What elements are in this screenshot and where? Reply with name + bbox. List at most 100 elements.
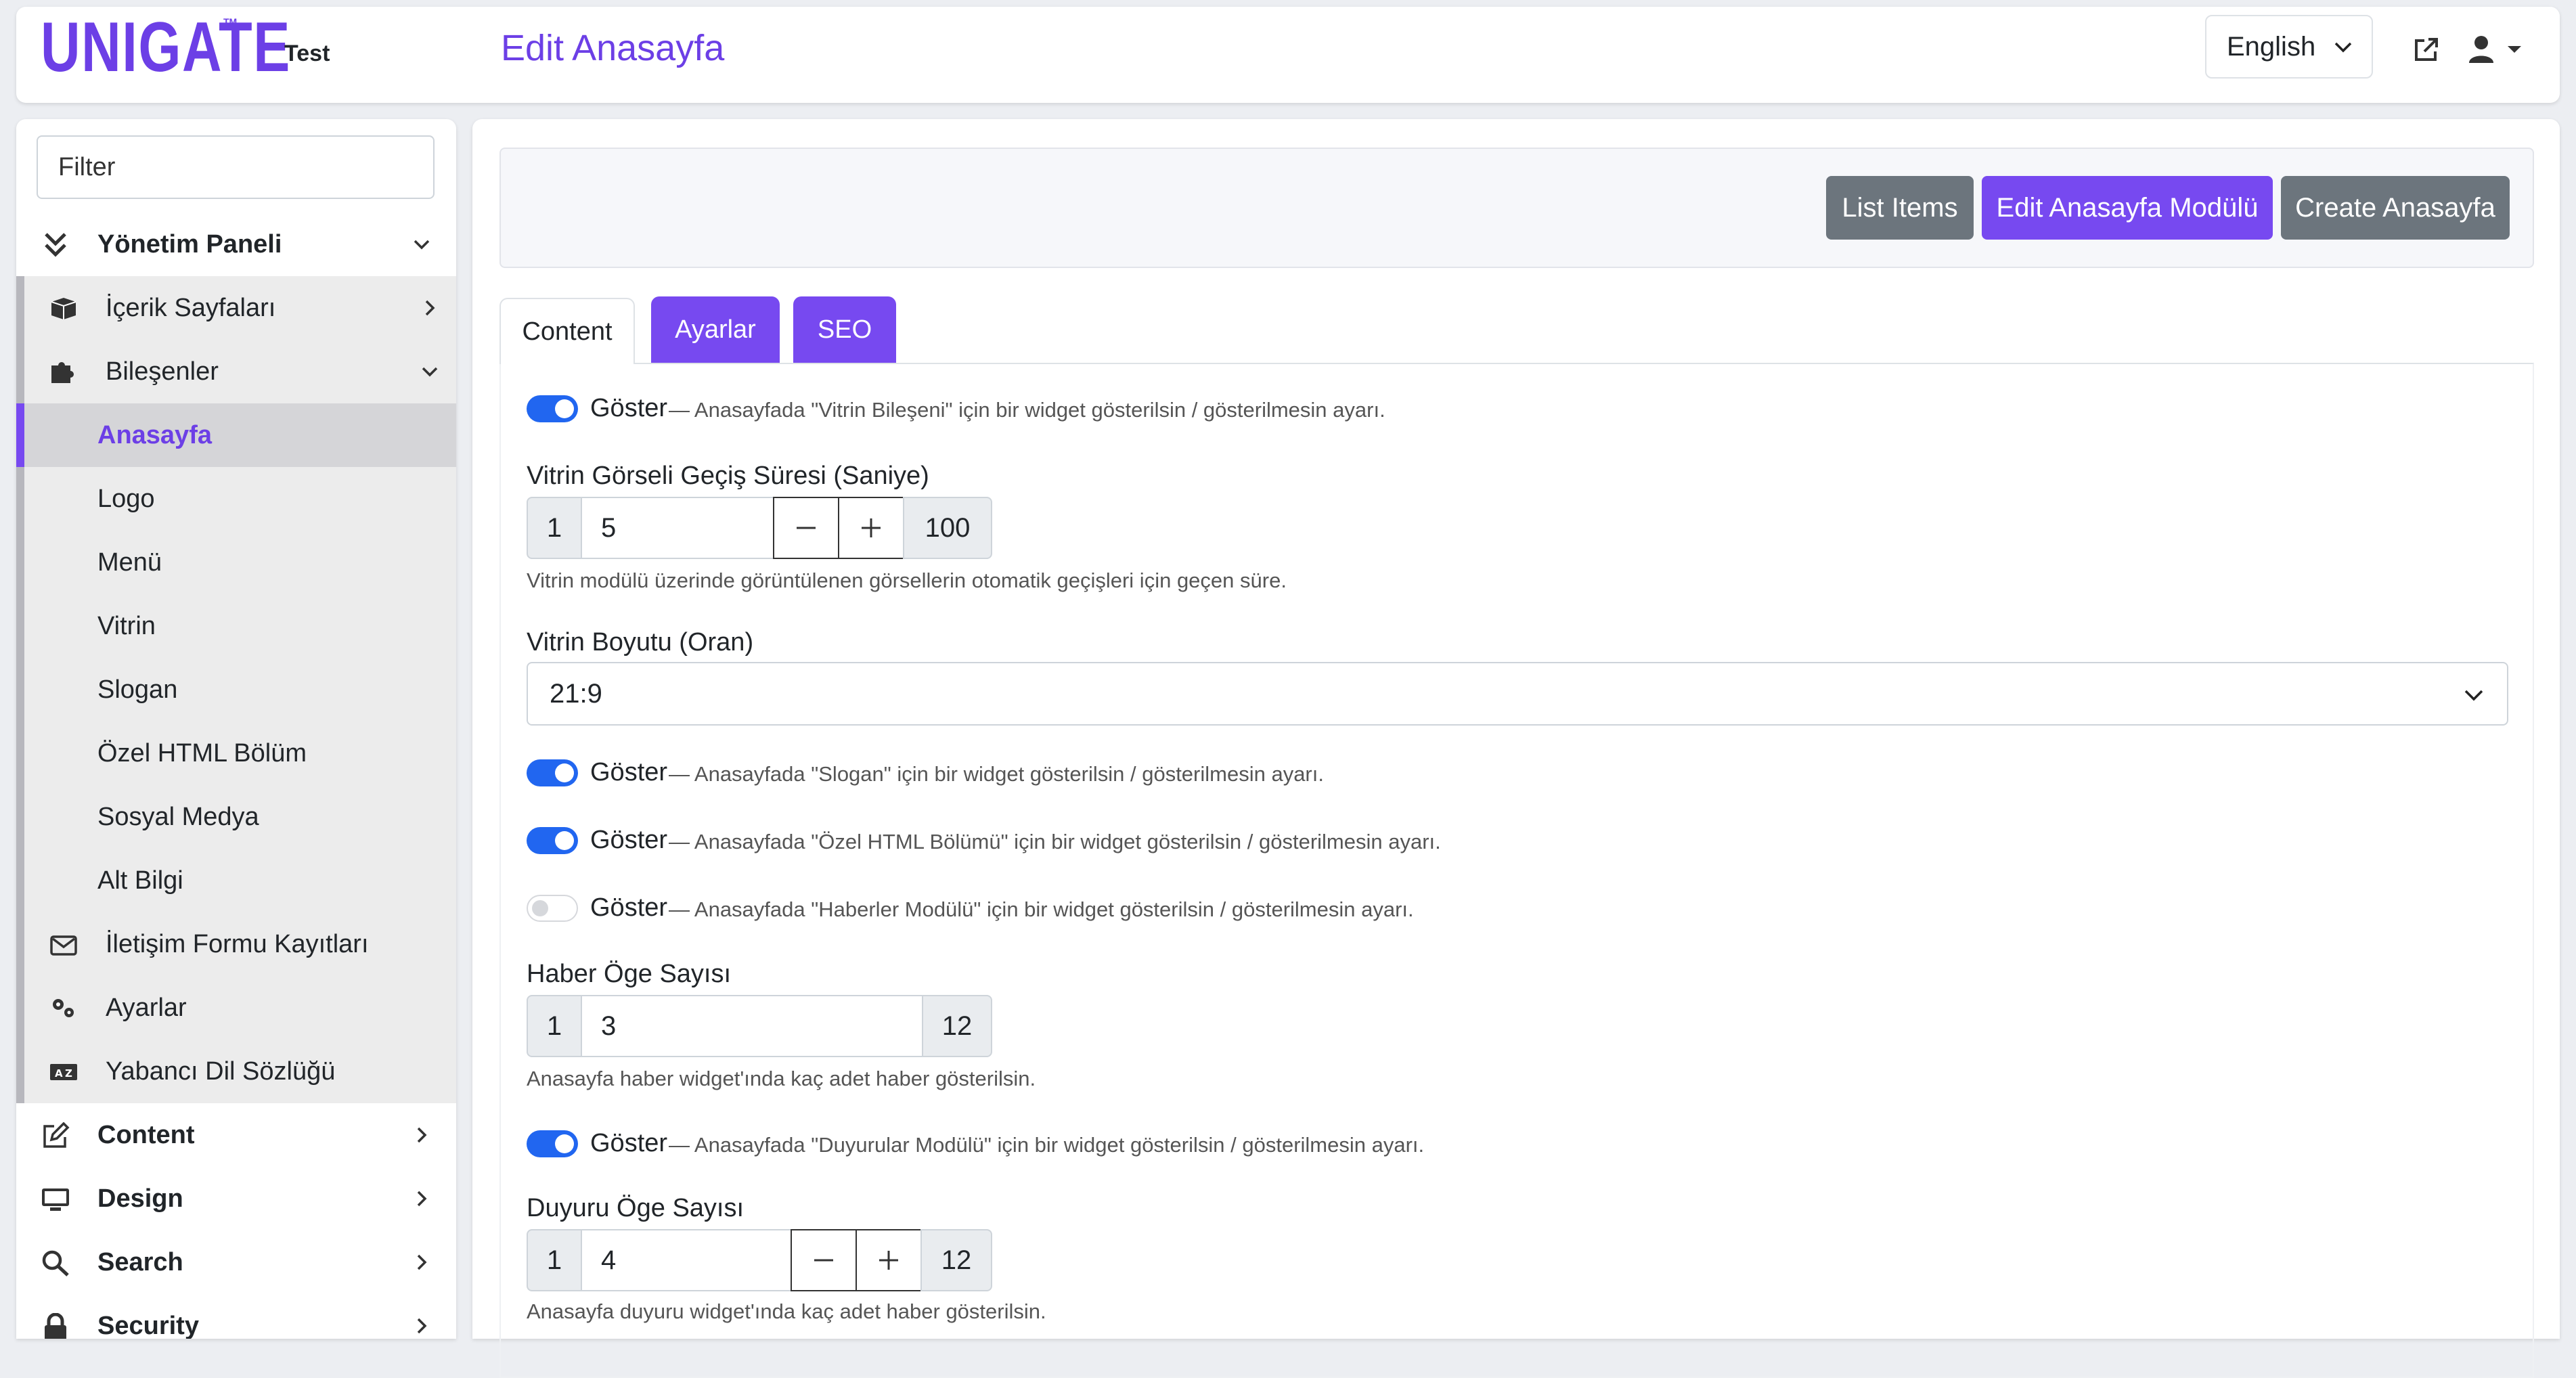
external-link-icon[interactable] (2411, 35, 2441, 65)
announcements-count-input[interactable]: 4 (581, 1229, 792, 1291)
sidebar-item-iletisim-formu[interactable]: İletişim Formu Kayıtları (16, 912, 456, 976)
chevron-right-icon (417, 1254, 427, 1270)
news-count-max: 12 (922, 995, 992, 1057)
vitrin-duration-max: 100 (903, 497, 992, 559)
announcements-count-decrement[interactable] (791, 1229, 857, 1291)
slogan-toggle[interactable] (527, 759, 578, 786)
sidebar-item-anasayfa[interactable]: Anasayfa (16, 403, 456, 467)
sidebar-item-logo[interactable]: Logo (16, 467, 456, 531)
vitrin-duration-min: 1 (527, 497, 582, 559)
sidebar-item-bilesenler[interactable]: Bileşenler (16, 340, 456, 403)
sidebar-item-label: Vitrin (97, 611, 156, 640)
tab-ayarlar[interactable]: Ayarlar (651, 296, 780, 363)
html-section-toggle-desc: — Anasayfada "Özel HTML Bölümü" için bir… (669, 830, 1441, 853)
sidebar-item-ozel-html-bolum[interactable]: Özel HTML Bölüm (16, 721, 456, 785)
sidebar-item-label: Yabancı Dil Sözlüğü (106, 1057, 336, 1086)
news-count-input[interactable]: 3 (581, 995, 923, 1057)
vitrin-toggle-desc: — Anasayfada "Vitrin Bileşeni" için bir … (669, 398, 1385, 422)
sidebar-item-vitrin[interactable]: Vitrin (16, 594, 456, 658)
sidebar-item-security[interactable]: Security (16, 1294, 456, 1339)
announcements-count-min: 1 (527, 1229, 582, 1291)
sidebar-item-label: Anasayfa (97, 420, 212, 449)
vitrin-duration-input[interactable]: 5 (581, 497, 774, 559)
html-section-toggle[interactable] (527, 827, 578, 854)
tab-content[interactable]: Content (499, 298, 635, 364)
sidebar-item-label: Menü (97, 548, 162, 577)
chevron-down-icon (2334, 42, 2352, 53)
user-icon (2469, 36, 2493, 63)
sidebar-item-label: Bileşenler (106, 357, 219, 386)
tab-seo[interactable]: SEO (793, 296, 896, 363)
sidebar-item-ayarlar[interactable]: Ayarlar (16, 976, 456, 1040)
edit-icon (43, 1122, 70, 1148)
vitrin-duration-increment[interactable] (838, 497, 904, 559)
sidebar-item-label: Search (97, 1247, 183, 1276)
sidebar-item-label: Sosyal Medya (97, 802, 259, 831)
sidebar-item-label: Slogan (97, 675, 178, 704)
vitrin-duration-help: Vitrin modülü üzerinde görüntülenen görs… (527, 569, 1287, 592)
announcements-count-label: Duyuru Öge Sayısı (527, 1194, 745, 1222)
minus-icon (814, 1259, 833, 1262)
sidebar-item-content[interactable]: Content (16, 1103, 456, 1167)
sidebar-item-label: Logo (97, 484, 155, 513)
chevron-right-icon (417, 1191, 427, 1207)
caret-down-icon (2508, 46, 2521, 53)
sidebar-item-menu[interactable]: Menü (16, 531, 456, 594)
list-items-button[interactable]: List Items (1826, 176, 1974, 240)
filter-input[interactable] (37, 135, 435, 199)
vitrin-ratio-label: Vitrin Boyutu (Oran) (527, 628, 754, 657)
announcements-count-max: 12 (920, 1229, 992, 1291)
edit-module-button[interactable]: Edit Anasayfa Modülü (1982, 176, 2273, 240)
vitrin-duration-label: Vitrin Görseli Geçiş Süresi (Saniye) (527, 462, 929, 490)
page-title: Edit Anasayfa (501, 28, 725, 68)
chevron-right-icon (417, 1318, 427, 1334)
vitrin-duration-decrement[interactable] (773, 497, 839, 559)
news-count-help: Anasayfa haber widget'ında kaç adet habe… (527, 1067, 1036, 1090)
sidebar-item-yonetim-paneli[interactable]: Yönetim Paneli (16, 213, 456, 276)
create-anasayfa-button[interactable]: Create Anasayfa (2281, 176, 2510, 240)
sidebar-item-alt-bilgi[interactable]: Alt Bilgi (16, 849, 456, 912)
sidebar-item-label: Ayarlar (106, 993, 187, 1022)
slogan-toggle-desc: — Anasayfada "Slogan" için bir widget gö… (669, 762, 1324, 786)
double-chevron-down-icon (45, 233, 66, 257)
plus-icon (862, 518, 881, 537)
announcements-toggle-label: Göster (590, 1129, 668, 1157)
news-count-label: Haber Öge Sayısı (527, 960, 732, 988)
vitrin-toggle[interactable] (527, 395, 578, 422)
chevron-right-icon (417, 1127, 427, 1143)
unigate-logo[interactable]: UNIGATE (41, 12, 291, 83)
announcements-count-increment[interactable] (856, 1229, 922, 1291)
sidebar-item-design[interactable]: Design (16, 1167, 456, 1230)
logo-trademark: TM (223, 16, 238, 27)
sidebar-item-icerik-sayfalari[interactable]: İçerik Sayfaları (16, 276, 456, 340)
sidebar-item-yabanci-dil-sozlugu[interactable]: AZ Yabancı Dil Sözlüğü (16, 1040, 456, 1103)
news-toggle[interactable] (527, 895, 578, 922)
news-count-min: 1 (527, 995, 582, 1057)
sidebar-item-slogan[interactable]: Slogan (16, 658, 456, 721)
puzzle-icon (51, 362, 74, 383)
language-select[interactable]: English (2205, 15, 2373, 79)
gears-icon (53, 999, 74, 1017)
slogan-toggle-label: Göster (590, 758, 668, 786)
announcements-toggle[interactable] (527, 1130, 578, 1157)
news-toggle-desc: — Anasayfada "Haberler Modülü" için bir … (669, 897, 1414, 921)
svg-text:A: A (55, 1067, 63, 1080)
announcements-count-help: Anasayfa duyuru widget'ında kaç adet hab… (527, 1299, 1046, 1323)
sidebar-item-label: Alt Bilgi (97, 866, 183, 895)
announcements-toggle-desc: — Anasayfada "Duyurular Modülü" için bir… (669, 1133, 1425, 1157)
minus-icon (797, 527, 816, 529)
sidebar: Yönetim Paneli İçerik Sayfaları Bileşenl… (16, 119, 456, 1339)
language-icon: AZ (50, 1064, 77, 1080)
chevron-down-icon (2464, 690, 2483, 701)
news-toggle-label: Göster (590, 893, 668, 922)
vitrin-ratio-select[interactable]: 21:9 (527, 662, 2508, 726)
user-menu[interactable] (2468, 34, 2535, 65)
sidebar-item-search[interactable]: Search (16, 1230, 456, 1294)
plus-icon (879, 1251, 898, 1270)
sidebar-item-sosyal-medya[interactable]: Sosyal Medya (16, 785, 456, 849)
chevron-right-icon (425, 300, 435, 316)
sidebar-item-label: İçerik Sayfaları (106, 293, 276, 322)
svg-text:Z: Z (65, 1067, 72, 1080)
sidebar-item-label: Design (97, 1184, 183, 1213)
box-icon (51, 298, 76, 319)
